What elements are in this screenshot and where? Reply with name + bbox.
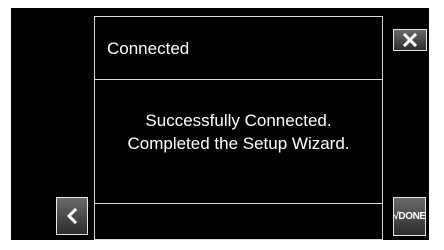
connected-dialog: Connected Successfully Connected. Comple… xyxy=(94,16,383,240)
message-line-2: Completed the Setup Wizard. xyxy=(127,134,350,153)
done-button[interactable]: √DONE xyxy=(393,197,426,236)
footer-divider xyxy=(95,203,382,204)
setup-screen: Connected Successfully Connected. Comple… xyxy=(11,8,429,240)
done-label: √DONE xyxy=(393,211,426,222)
title-divider xyxy=(95,79,382,80)
close-button[interactable] xyxy=(393,29,427,51)
close-icon xyxy=(403,33,417,47)
message-line-1: Successfully Connected. xyxy=(145,111,332,130)
dialog-message: Successfully Connected. Completed the Se… xyxy=(95,109,382,155)
chevron-left-icon xyxy=(66,208,78,224)
dialog-title: Connected xyxy=(107,39,190,58)
back-button[interactable] xyxy=(56,197,88,235)
